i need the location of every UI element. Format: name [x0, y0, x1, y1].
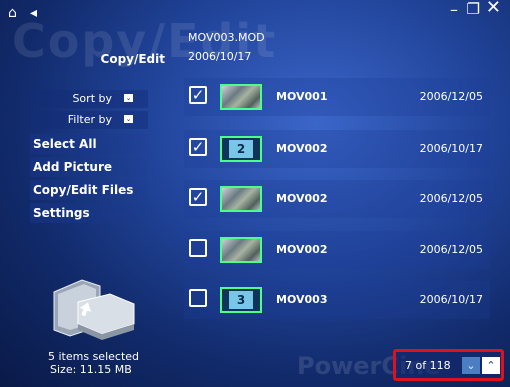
filter-by-label: Filter by — [67, 113, 112, 126]
file-date: 2006/12/05 — [419, 192, 483, 205]
file-date: 2006/12/05 — [419, 243, 483, 256]
filter-by-dropdown[interactable]: Filter by ⌄ — [30, 111, 148, 129]
file-date: 2006/10/17 — [419, 142, 483, 155]
select-all-button[interactable]: Select All — [30, 134, 148, 154]
video-thumbnail: 2 — [220, 136, 262, 162]
row-checkbox[interactable] — [189, 289, 207, 307]
selection-size: Size: 11.15 MB — [50, 363, 132, 376]
selection-count: 5 items selected — [48, 350, 140, 363]
section-title: Copy/Edit — [100, 52, 165, 66]
page-down-button[interactable]: ⌄ — [462, 357, 480, 374]
file-row[interactable]: ✓ MOV001 2006/12/05 — [184, 78, 490, 116]
file-row[interactable]: 3 MOV003 2006/10/17 — [184, 281, 490, 319]
file-row[interactable]: ✓ MOV002 2006/12/05 — [184, 180, 490, 218]
copy-edit-files-button[interactable]: Copy/Edit Files — [30, 180, 148, 200]
restore-button[interactable]: ❐ — [467, 2, 480, 17]
video-thumbnail — [220, 84, 262, 110]
settings-button[interactable]: Settings — [30, 203, 148, 223]
video-thumbnail — [220, 186, 262, 212]
video-thumbnail — [220, 237, 262, 263]
sort-by-dropdown[interactable]: Sort by ⌄ — [30, 90, 148, 108]
file-row[interactable]: MOV002 2006/12/05 — [184, 231, 490, 269]
file-name: MOV002 — [276, 192, 328, 205]
current-file-date: 2006/10/17 — [188, 50, 252, 63]
file-name: MOV001 — [276, 90, 328, 103]
title-bar: ⌂ ◂ – ❐ ✕ — [0, 0, 510, 28]
row-checkbox[interactable]: ✓ — [189, 188, 207, 206]
settings-label: Settings — [33, 206, 90, 220]
current-file-name: MOV003.MOD — [188, 31, 265, 44]
thumbnail-number: 2 — [229, 140, 253, 158]
add-picture-label: Add Picture — [33, 160, 113, 174]
page-up-button[interactable]: ⌃ — [482, 357, 500, 374]
pager: 7 of 118 ⌄ ⌃ — [393, 349, 504, 381]
page-indicator: 7 of 118 — [405, 359, 451, 372]
video-thumbnail: 3 — [220, 287, 262, 313]
close-button[interactable]: ✕ — [486, 0, 501, 17]
select-all-label: Select All — [33, 137, 97, 151]
minimize-button[interactable]: – — [450, 2, 458, 18]
home-icon[interactable]: ⌂ — [8, 6, 17, 20]
file-date: 2006/10/17 — [419, 293, 483, 306]
thumbnail-number: 3 — [229, 291, 253, 309]
chevron-down-icon: ⌄ — [124, 94, 133, 102]
row-checkbox[interactable] — [189, 239, 207, 257]
folder-drive-icon — [53, 279, 135, 340]
chevron-down-icon: ⌄ — [124, 115, 133, 123]
sort-by-label: Sort by — [72, 92, 112, 105]
copy-edit-files-label: Copy/Edit Files — [33, 183, 134, 197]
row-checkbox[interactable]: ✓ — [189, 86, 207, 104]
file-row[interactable]: ✓ 2 MOV002 2006/10/17 — [184, 130, 490, 168]
file-name: MOV003 — [276, 293, 328, 306]
file-name: MOV002 — [276, 142, 328, 155]
add-picture-button[interactable]: Add Picture — [30, 157, 148, 177]
file-name: MOV002 — [276, 243, 328, 256]
row-checkbox[interactable]: ✓ — [189, 138, 207, 156]
back-arrow-icon[interactable]: ◂ — [30, 6, 37, 20]
file-date: 2006/12/05 — [419, 90, 483, 103]
